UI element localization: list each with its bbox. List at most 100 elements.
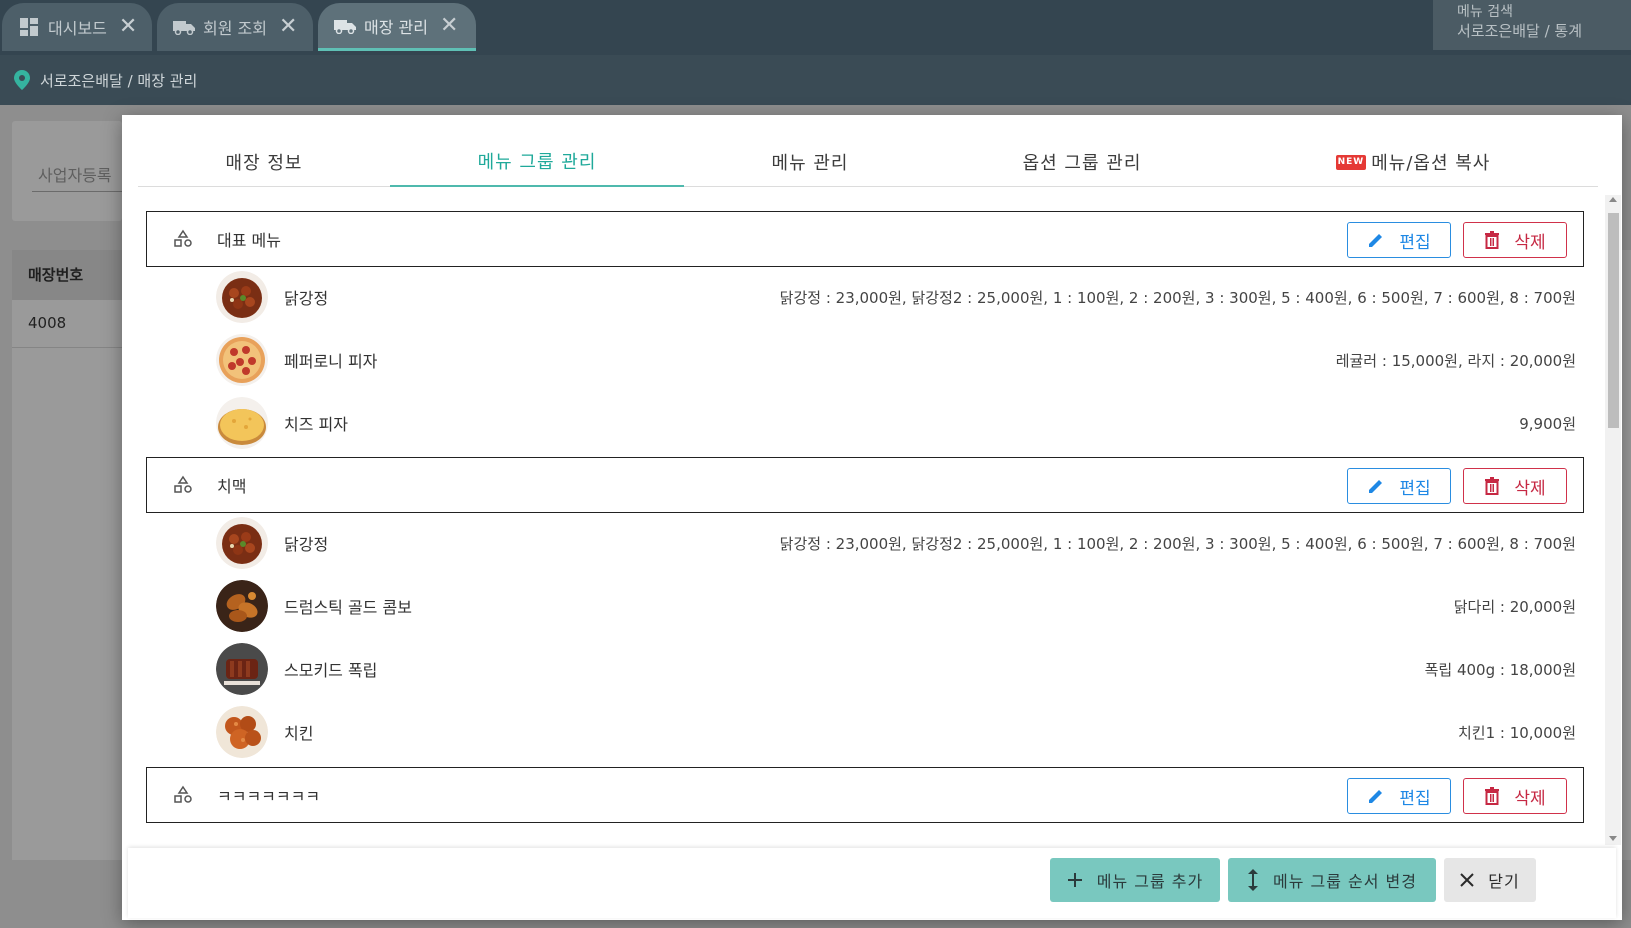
menu-name: 드럼스틱 골드 콤보 xyxy=(284,598,412,617)
fried-chicken-image xyxy=(216,271,268,323)
close-icon[interactable]: ✕ xyxy=(279,16,297,38)
trash-icon xyxy=(1484,477,1500,495)
tab-store-info[interactable]: 매장 정보 xyxy=(138,137,390,187)
button-label: 메뉴 그룹 추가 xyxy=(1096,872,1204,891)
tab-label: 회원 조회 xyxy=(203,19,267,38)
menu-price: 폭립 400g : 18,000원 xyxy=(1424,660,1576,679)
menu-name: 스모키드 폭립 xyxy=(284,661,378,680)
modal-tabs: 매장 정보 메뉴 그룹 관리 메뉴 관리 옵션 그룹 관리 NEW 메뉴/옵션 … xyxy=(138,137,1598,187)
drag-handle-icon[interactable] xyxy=(171,783,195,807)
vertical-arrows-icon xyxy=(1247,869,1259,891)
menu-price: 9,900원 xyxy=(1519,414,1576,433)
tab-label: 메뉴 그룹 관리 xyxy=(477,152,597,173)
drumstick-image xyxy=(216,580,268,632)
edit-button[interactable]: 편집 xyxy=(1347,778,1451,814)
tab-member-search[interactable]: 회원 조회 ✕ xyxy=(157,3,313,51)
cheese-pizza-image xyxy=(216,397,268,449)
menu-name: 치즈 피자 xyxy=(284,415,348,434)
truck-icon xyxy=(334,15,356,37)
delete-button[interactable]: 삭제 xyxy=(1463,468,1567,504)
tab-label: 대시보드 xyxy=(48,19,107,38)
group-name: ㅋㅋㅋㅋㅋㅋㅋ xyxy=(217,787,321,806)
menu-name: 치킨 xyxy=(284,724,314,743)
stats-breadcrumb: 서로조은배달 / 통계 xyxy=(1457,22,1582,40)
delete-button[interactable]: 삭제 xyxy=(1463,778,1567,814)
reorder-menu-group-button[interactable]: 메뉴 그룹 순서 변경 xyxy=(1228,858,1436,902)
tab-menu-group[interactable]: 메뉴 그룹 관리 xyxy=(390,137,684,187)
tab-dashboard[interactable]: 대시보드 ✕ xyxy=(2,3,152,51)
menu-price: 레귤러 : 15,000원, 라지 : 20,000원 xyxy=(1335,351,1576,370)
button-label: 닫기 xyxy=(1488,872,1520,891)
edit-button[interactable]: 편집 xyxy=(1347,468,1451,504)
plus-icon xyxy=(1067,872,1083,888)
scroll-up-icon[interactable] xyxy=(1609,197,1617,202)
group-name: 치맥 xyxy=(217,477,247,496)
menu-name: 닭강정 xyxy=(284,535,329,554)
list-item[interactable]: 닭강정 닭강정 : 23,000원, 닭강정2 : 25,000원, 1 : 1… xyxy=(216,269,1576,325)
pepperoni-pizza-image xyxy=(216,334,268,386)
tab-menu-option-copy[interactable]: NEW 메뉴/옵션 복사 xyxy=(1228,137,1598,187)
menu-group-row[interactable]: 치맥 편집 삭제 xyxy=(146,457,1584,513)
scroll-down-icon[interactable] xyxy=(1609,836,1617,841)
tab-store-management[interactable]: 매장 관리 ✕ xyxy=(318,3,476,51)
menu-price: 닭강정 : 23,000원, 닭강정2 : 25,000원, 1 : 100원,… xyxy=(779,534,1576,553)
list-item[interactable]: 치즈 피자 9,900원 xyxy=(216,395,1576,451)
table-header-store-number: 매장번호 xyxy=(12,250,122,300)
add-menu-group-button[interactable]: 메뉴 그룹 추가 xyxy=(1050,858,1220,902)
menu-name: 닭강정 xyxy=(284,289,329,308)
fried-chicken-image xyxy=(216,517,268,569)
top-tab-bar: 대시보드 ✕ 회원 조회 ✕ 매장 관리 ✕ 메뉴 검색 서로조은배달 / 통계 xyxy=(0,0,1631,55)
edit-button[interactable]: 편집 xyxy=(1347,222,1451,258)
edit-label: 편집 xyxy=(1399,232,1431,253)
business-number-input[interactable]: 사업자등록 xyxy=(32,150,132,192)
list-item[interactable]: 닭강정 닭강정 : 23,000원, 닭강정2 : 25,000원, 1 : 1… xyxy=(216,515,1576,571)
drag-handle-icon[interactable] xyxy=(171,473,195,497)
menu-search-label: 메뉴 검색 xyxy=(1457,4,1513,20)
top-right-panel[interactable]: 메뉴 검색 서로조은배달 / 통계 xyxy=(1433,0,1631,50)
tab-label: 매장 관리 xyxy=(364,17,428,37)
location-pin-icon xyxy=(14,70,30,90)
delete-button[interactable]: 삭제 xyxy=(1463,222,1567,258)
group-name: 대표 메뉴 xyxy=(217,231,281,250)
menu-price: 치킨1 : 10,000원 xyxy=(1457,723,1576,742)
menu-group-row[interactable]: ㅋㅋㅋㅋㅋㅋㅋ 편집 삭제 xyxy=(146,767,1584,823)
menu-group-row[interactable]: 대표 메뉴 편집 삭제 xyxy=(146,211,1584,267)
scrollbar[interactable] xyxy=(1605,195,1621,845)
delete-label: 삭제 xyxy=(1514,232,1546,253)
modal-footer: 메뉴 그룹 추가 메뉴 그룹 순서 변경 닫기 xyxy=(128,848,1616,918)
trash-icon xyxy=(1484,231,1500,249)
edit-label: 편집 xyxy=(1399,788,1431,809)
close-icon[interactable]: ✕ xyxy=(440,14,458,37)
breadcrumb-text: 서로조은배달 / 매장 관리 xyxy=(40,71,198,90)
dashboard-icon xyxy=(18,16,40,38)
menu-group-modal: 매장 정보 메뉴 그룹 관리 메뉴 관리 옵션 그룹 관리 NEW 메뉴/옵션 … xyxy=(122,115,1622,920)
list-item[interactable]: 치킨 치킨1 : 10,000원 xyxy=(216,704,1576,760)
tab-label: 메뉴 관리 xyxy=(771,153,849,174)
edit-label: 편집 xyxy=(1399,478,1431,499)
menu-name: 페퍼로니 피자 xyxy=(284,352,378,371)
list-item[interactable]: 페퍼로니 피자 레귤러 : 15,000원, 라지 : 20,000원 xyxy=(216,332,1576,388)
close-icon[interactable]: ✕ xyxy=(119,16,137,38)
menu-group-list[interactable]: 대표 메뉴 편집 삭제 닭강정 닭강정 : 23,000원, 닭강정2 : 25… xyxy=(122,195,1622,845)
tab-label: 매장 정보 xyxy=(225,153,303,174)
truck-icon xyxy=(173,16,195,38)
list-item[interactable]: 스모키드 폭립 폭립 400g : 18,000원 xyxy=(216,641,1576,697)
pencil-icon xyxy=(1367,477,1385,495)
chicken-image xyxy=(216,706,268,758)
list-item[interactable]: 드럼스틱 골드 콤보 닭다리 : 20,000원 xyxy=(216,578,1576,634)
pencil-icon xyxy=(1367,231,1385,249)
button-label: 메뉴 그룹 순서 변경 xyxy=(1272,872,1418,891)
close-button[interactable]: 닫기 xyxy=(1444,858,1536,902)
drag-handle-icon[interactable] xyxy=(171,227,195,251)
pork-ribs-image xyxy=(216,643,268,695)
breadcrumb: 서로조은배달 / 매장 관리 xyxy=(0,55,1631,105)
tab-label: 옵션 그룹 관리 xyxy=(1022,153,1142,174)
tab-menu[interactable]: 메뉴 관리 xyxy=(684,137,936,187)
trash-icon xyxy=(1484,787,1500,805)
scrollbar-thumb[interactable] xyxy=(1608,213,1619,428)
tab-option-group[interactable]: 옵션 그룹 관리 xyxy=(936,137,1228,187)
delete-label: 삭제 xyxy=(1514,788,1546,809)
delete-label: 삭제 xyxy=(1514,478,1546,499)
menu-price: 닭강정 : 23,000원, 닭강정2 : 25,000원, 1 : 100원,… xyxy=(779,288,1576,307)
table-cell-store-number[interactable]: 4008 xyxy=(12,300,122,348)
